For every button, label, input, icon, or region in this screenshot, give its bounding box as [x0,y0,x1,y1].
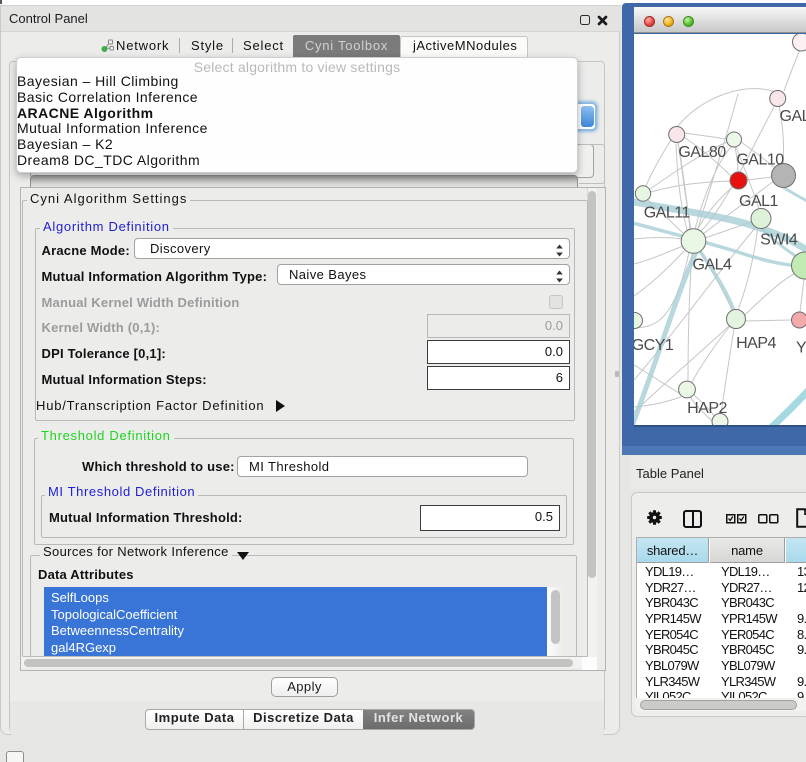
svg-text:SWI4: SWI4 [760,231,798,248]
svg-text:HAP4: HAP4 [736,335,776,352]
svg-text:GCY1: GCY1 [634,337,674,354]
svg-text:GAL4: GAL4 [693,256,733,273]
svg-text:GAL7: GAL7 [780,108,806,125]
svg-text:GAL80: GAL80 [678,144,726,161]
svg-text:YJ: YJ [796,339,806,356]
svg-text:GAL1: GAL1 [739,193,779,210]
svg-text:GAL11: GAL11 [644,204,691,221]
svg-text:HAP2: HAP2 [687,400,727,417]
svg-text:GAL10: GAL10 [736,151,784,168]
